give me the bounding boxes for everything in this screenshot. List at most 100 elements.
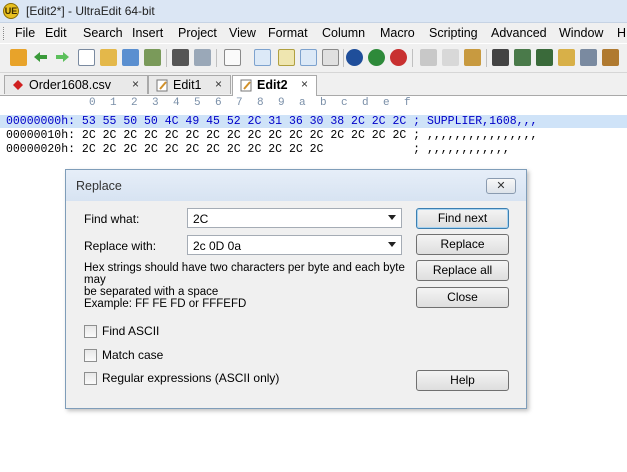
close-button[interactable]: Close bbox=[416, 287, 509, 308]
ruler-tick: 6 bbox=[215, 97, 222, 109]
goto-icon[interactable] bbox=[580, 49, 597, 66]
save-all-icon[interactable] bbox=[144, 49, 161, 66]
match-case-checkbox[interactable] bbox=[84, 349, 97, 362]
tools-icon[interactable] bbox=[602, 49, 619, 66]
find-in-files-icon[interactable] bbox=[514, 49, 531, 66]
close-tab-icon[interactable]: × bbox=[132, 77, 139, 91]
toolbar-separator bbox=[343, 49, 344, 67]
replace-in-files-icon[interactable] bbox=[536, 49, 553, 66]
paste-icon[interactable] bbox=[464, 49, 481, 66]
hex-mode-icon[interactable] bbox=[254, 49, 271, 66]
document-pencil-icon bbox=[240, 79, 253, 95]
ruler-tick: e bbox=[383, 97, 390, 109]
tab-edit2[interactable]: Edit2 × bbox=[232, 75, 317, 96]
bookmark-icon[interactable] bbox=[558, 49, 575, 66]
replace-button[interactable]: Replace bbox=[416, 234, 509, 255]
tab-label: Edit2 bbox=[257, 78, 288, 92]
new-document-icon[interactable] bbox=[78, 49, 95, 66]
find-what-combo[interactable]: 2C bbox=[187, 208, 402, 228]
ruler-tick: 7 bbox=[236, 97, 243, 109]
macro-stop-icon[interactable] bbox=[390, 49, 407, 66]
print-icon[interactable] bbox=[172, 49, 189, 66]
help-button[interactable]: Help bbox=[416, 370, 509, 391]
ruler-tick: 1 bbox=[110, 97, 117, 109]
menu-file[interactable]: File bbox=[15, 26, 35, 40]
close-icon[interactable]: ✕ bbox=[486, 178, 516, 194]
menu-project[interactable]: Project bbox=[178, 26, 217, 40]
tab-edit1[interactable]: Edit1 × bbox=[148, 75, 231, 94]
menu-edit[interactable]: Edit bbox=[45, 26, 67, 40]
find-icon[interactable] bbox=[492, 49, 509, 66]
find-ascii-checkbox[interactable] bbox=[84, 325, 97, 338]
title-bar: UE [Edit2*] - UltraEdit 64-bit bbox=[0, 0, 627, 23]
chevron-down-icon[interactable] bbox=[388, 215, 396, 220]
ruler-tick: 8 bbox=[257, 97, 264, 109]
compare-icon[interactable] bbox=[322, 49, 339, 66]
toolbar-separator bbox=[166, 49, 167, 67]
menu-scripting[interactable]: Scripting bbox=[429, 26, 478, 40]
hex-line[interactable]: 00000010h: 2C 2C 2C 2C 2C 2C 2C 2C 2C 2C… bbox=[0, 129, 627, 142]
menu-insert[interactable]: Insert bbox=[132, 26, 163, 40]
document-icon[interactable] bbox=[224, 49, 241, 66]
regex-label: Regular expressions (ASCII only) bbox=[102, 371, 280, 385]
chevron-down-icon[interactable] bbox=[388, 242, 396, 247]
hex-line-text: 00000020h: 2C 2C 2C 2C 2C 2C 2C 2C 2C 2C… bbox=[6, 143, 510, 156]
toolbar-separator bbox=[216, 49, 217, 67]
find-what-value: 2C bbox=[193, 212, 209, 226]
column-mode-icon[interactable] bbox=[300, 49, 317, 66]
ruler-tick: 5 bbox=[194, 97, 201, 109]
find-ascii-label: Find ASCII bbox=[102, 324, 160, 338]
replace-dialog: Replace ✕ Find what: 2C Replace with: 2c… bbox=[65, 169, 527, 409]
menu-help[interactable]: H bbox=[617, 26, 626, 40]
menu-grip bbox=[3, 27, 7, 40]
macro-record-icon[interactable] bbox=[368, 49, 385, 66]
ruler-tick: 3 bbox=[152, 97, 159, 109]
hex-hint-text: Hex strings should have two characters p… bbox=[84, 262, 414, 310]
find-what-label: Find what: bbox=[84, 212, 140, 226]
file-tabs: Order1608.csv × Edit1 × Edit2 × bbox=[0, 73, 627, 96]
menu-view[interactable]: View bbox=[229, 26, 256, 40]
replace-with-combo[interactable]: 2c 0D 0a bbox=[187, 235, 402, 255]
word-wrap-icon[interactable] bbox=[278, 49, 295, 66]
regex-checkbox[interactable] bbox=[84, 372, 97, 385]
close-tab-icon[interactable]: × bbox=[301, 77, 308, 91]
toolbar bbox=[0, 44, 627, 73]
ruler-tick: 2 bbox=[131, 97, 138, 109]
save-icon[interactable] bbox=[122, 49, 139, 66]
ruler-tick: d bbox=[362, 97, 369, 109]
macro-play-icon[interactable] bbox=[346, 49, 363, 66]
menu-advanced[interactable]: Advanced bbox=[491, 26, 547, 40]
copy-icon[interactable] bbox=[442, 49, 459, 66]
column-ruler: 0 1 2 3 4 5 6 7 8 9 a b c d e f bbox=[0, 96, 627, 112]
ruler-tick: 4 bbox=[173, 97, 180, 109]
back-arrow-icon[interactable] bbox=[32, 49, 49, 66]
window-title: [Edit2*] - UltraEdit 64-bit bbox=[26, 4, 155, 18]
hex-line[interactable]: 00000000h: 53 55 50 50 4C 49 45 52 2C 31… bbox=[0, 115, 627, 128]
close-tab-icon[interactable]: × bbox=[215, 77, 222, 91]
replace-with-label: Replace with: bbox=[84, 239, 157, 253]
hint-example: Example: FF FE FD or FFFEFD bbox=[84, 298, 247, 310]
ultraedit-logo-icon: UE bbox=[3, 3, 19, 19]
hex-line[interactable]: 00000020h: 2C 2C 2C 2C 2C 2C 2C 2C 2C 2C… bbox=[0, 143, 627, 156]
ruler-tick: f bbox=[404, 97, 411, 109]
toolbar-separator bbox=[486, 49, 487, 67]
cut-icon[interactable] bbox=[420, 49, 437, 66]
menu-format[interactable]: Format bbox=[268, 26, 308, 40]
menu-column[interactable]: Column bbox=[322, 26, 365, 40]
new-file-icon[interactable] bbox=[10, 49, 27, 66]
print-preview-icon[interactable] bbox=[194, 49, 211, 66]
replace-all-button[interactable]: Replace all bbox=[416, 260, 509, 281]
menu-search[interactable]: Search bbox=[83, 26, 123, 40]
menu-macro[interactable]: Macro bbox=[380, 26, 415, 40]
menu-window[interactable]: Window bbox=[559, 26, 603, 40]
find-next-button[interactable]: Find next bbox=[416, 208, 509, 229]
ruler-tick: 9 bbox=[278, 97, 285, 109]
dialog-title: Replace bbox=[76, 179, 122, 193]
hint-line: be separated with a space bbox=[84, 286, 219, 298]
ruler-tick: c bbox=[341, 97, 348, 109]
replace-with-value: 2c 0D 0a bbox=[193, 239, 242, 253]
open-folder-icon[interactable] bbox=[100, 49, 117, 66]
forward-arrow-icon[interactable] bbox=[54, 49, 71, 66]
tab-order1608[interactable]: Order1608.csv × bbox=[4, 75, 148, 94]
hint-line: Hex strings should have two characters p… bbox=[84, 262, 405, 286]
